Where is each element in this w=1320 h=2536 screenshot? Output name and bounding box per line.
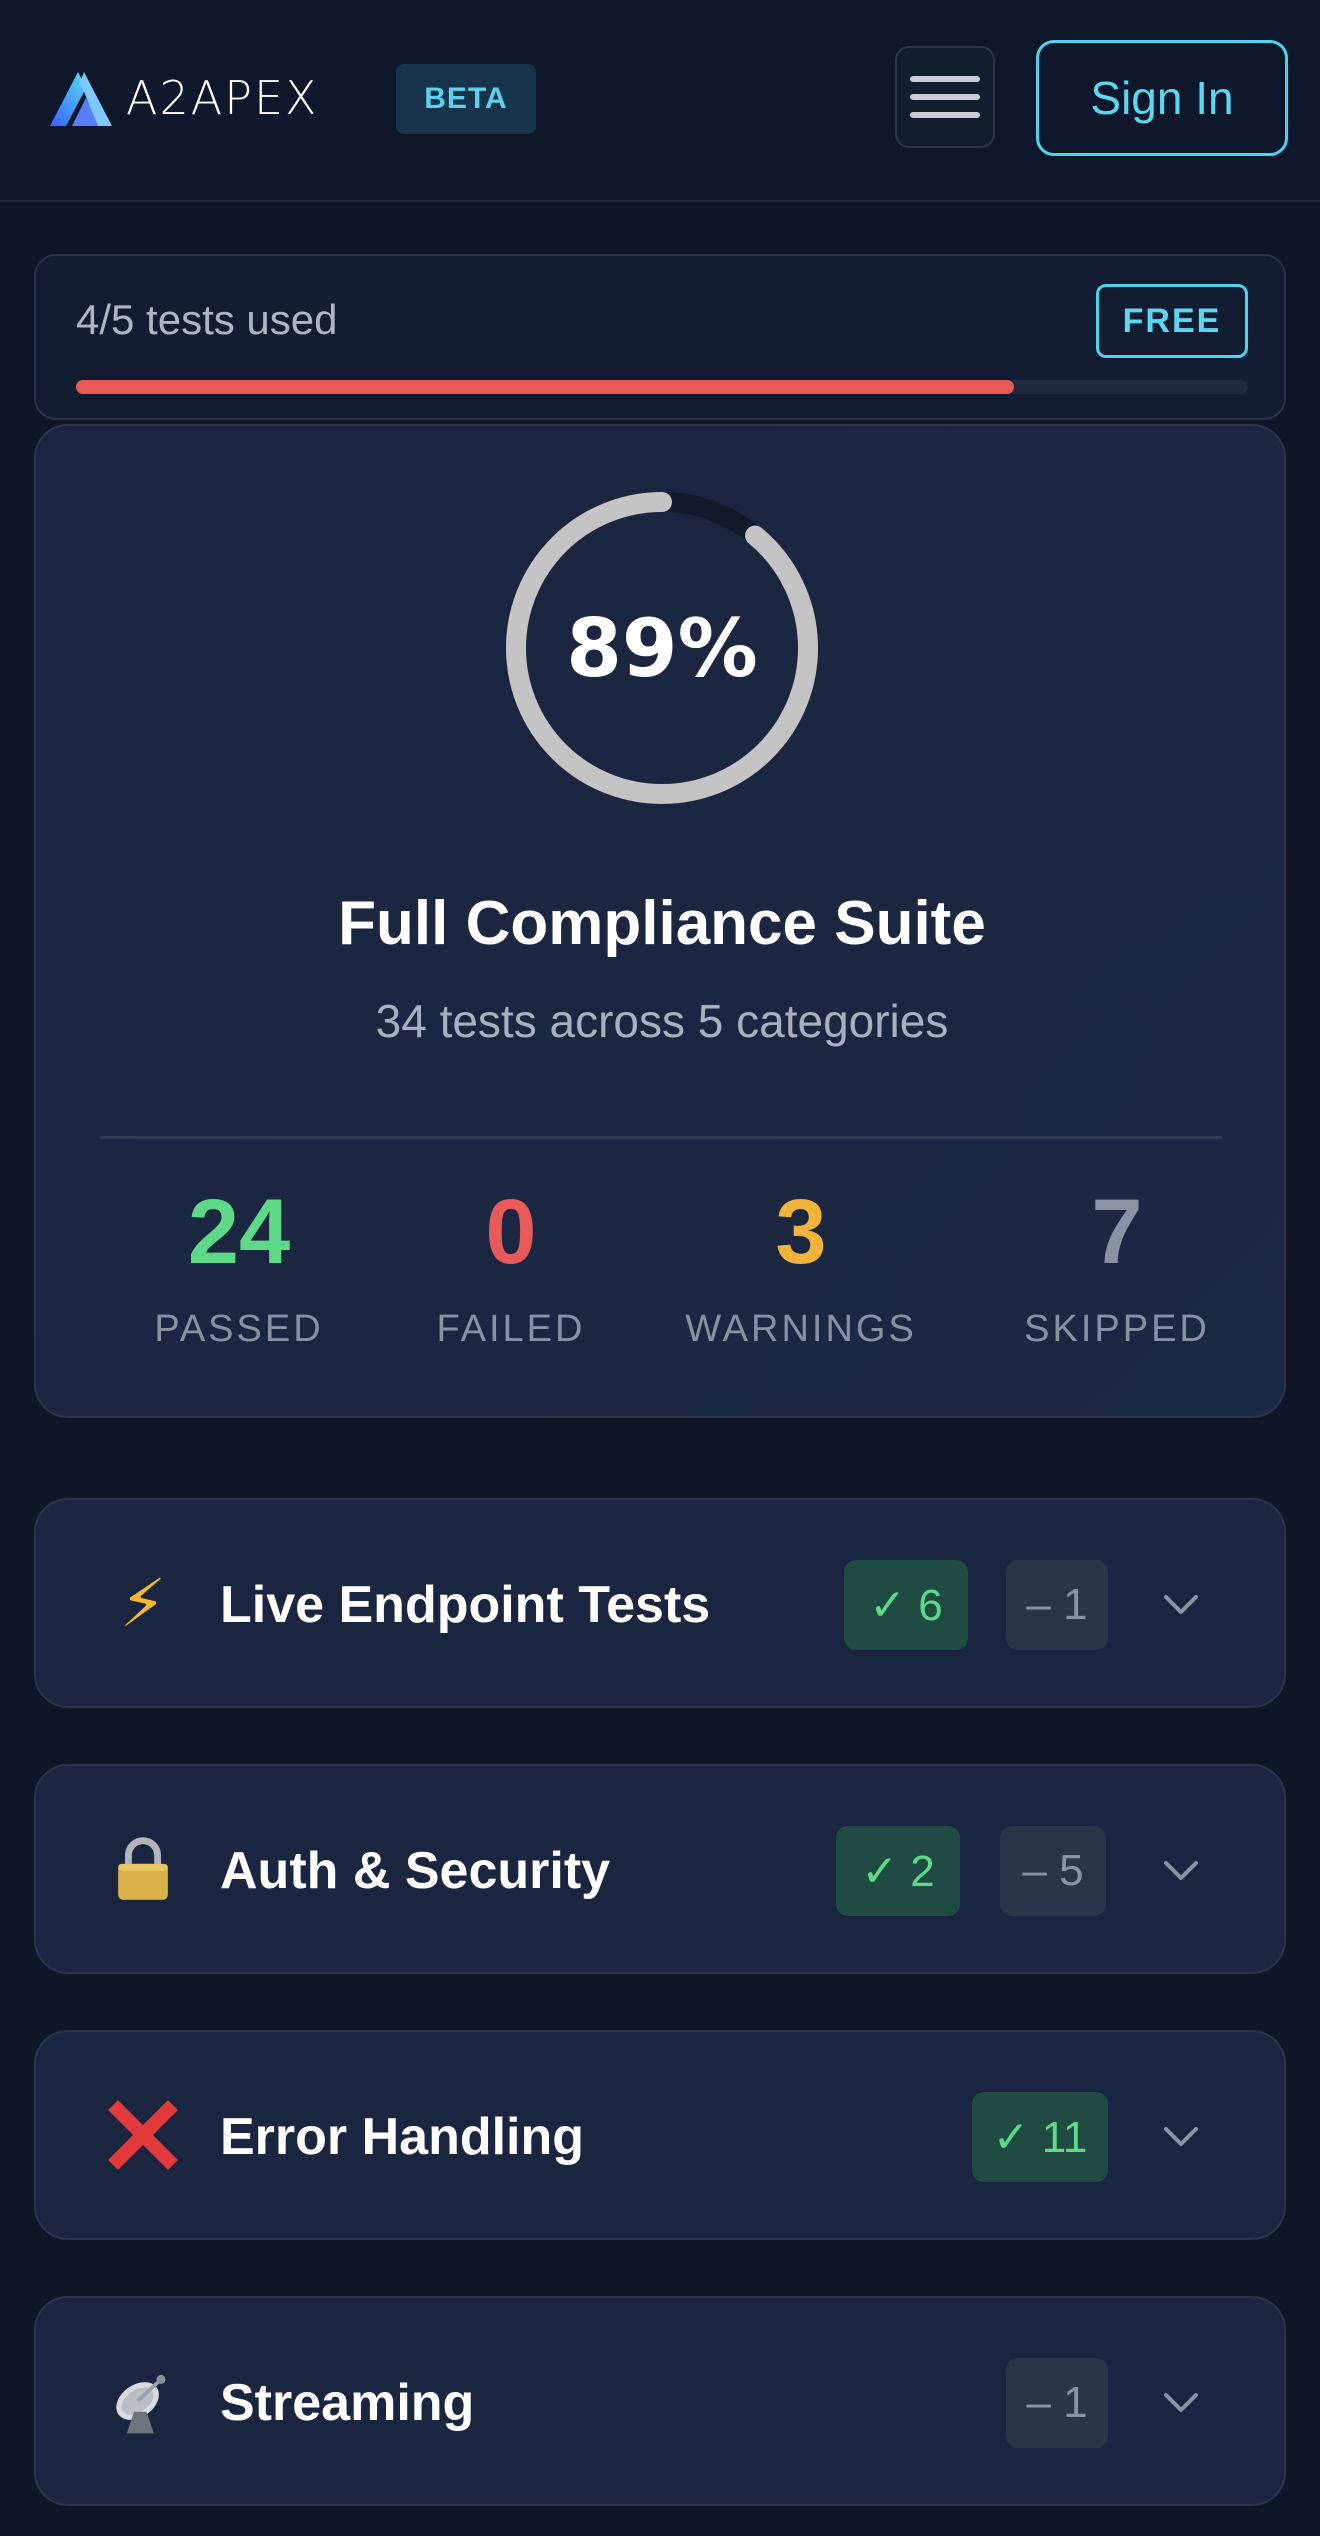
- chevron-down-icon[interactable]: [1156, 2378, 1206, 2428]
- stat-passed: 24 PASSED: [104, 1186, 374, 1351]
- category-name: Error Handling: [220, 2108, 585, 2166]
- divider: [100, 1136, 1222, 1139]
- category-live-endpoint-tests[interactable]: ⚡ Live Endpoint Tests ✓ 6 – 1: [34, 1498, 1286, 1708]
- cross-icon: [100, 2092, 186, 2178]
- satellite-dish-icon: [100, 2358, 186, 2444]
- lock-icon: [100, 1826, 186, 1912]
- brand-logo[interactable]: A2APEX: [48, 66, 319, 130]
- usage-text: 4/5 tests used: [76, 296, 338, 343]
- skipped-count-badge: – 5: [1000, 1826, 1106, 1916]
- stat-failed: 0 FAILED: [396, 1186, 626, 1351]
- suite-subtitle: 34 tests across 5 categories: [375, 995, 949, 1047]
- category-auth-security[interactable]: Auth & Security ✓ 2 – 5: [34, 1764, 1286, 1974]
- category-name: Live Endpoint Tests: [220, 1576, 711, 1634]
- sign-in-button[interactable]: Sign In: [1036, 40, 1288, 156]
- stat-warnings-value: 3: [775, 1181, 827, 1283]
- passed-count-badge: ✓ 6: [844, 1560, 968, 1650]
- chevron-down-icon[interactable]: [1156, 1846, 1206, 1896]
- stat-warnings: 3 WARNINGS: [656, 1186, 946, 1351]
- stat-passed-label: PASSED: [154, 1308, 324, 1350]
- chevron-down-icon[interactable]: [1156, 1580, 1206, 1630]
- passed-count-badge: ✓ 11: [972, 2092, 1108, 2182]
- chevron-down-icon[interactable]: [1156, 2112, 1206, 2162]
- stat-failed-value: 0: [485, 1181, 537, 1283]
- score-card: 89% Full Compliance Suite 34 tests acros…: [34, 424, 1286, 1418]
- category-error-handling[interactable]: Error Handling ✓ 11: [34, 2030, 1286, 2240]
- menu-button[interactable]: [895, 46, 995, 148]
- logo-mountain-icon: [50, 72, 112, 126]
- category-name: Auth & Security: [220, 1842, 611, 1900]
- stat-failed-label: FAILED: [436, 1308, 586, 1350]
- passed-count-badge: ✓ 2: [836, 1826, 960, 1916]
- category-streaming[interactable]: Streaming – 1: [34, 2296, 1286, 2506]
- usage-progress-bar: [76, 380, 1248, 394]
- brand-name: A2APEX: [126, 71, 319, 125]
- stat-warnings-label: WARNINGS: [685, 1308, 917, 1350]
- suite-title: Full Compliance Suite: [338, 889, 986, 958]
- plan-badge: FREE: [1096, 284, 1248, 358]
- skipped-count-badge: – 1: [1006, 1560, 1108, 1650]
- stat-skipped-label: SKIPPED: [1024, 1308, 1210, 1350]
- stat-passed-value: 24: [187, 1181, 291, 1283]
- usage-progress-fill: [76, 380, 1014, 394]
- top-nav: A2APEX BETA Sign In: [0, 0, 1320, 202]
- lightning-icon: ⚡: [119, 1565, 167, 1640]
- stat-skipped: 7 SKIPPED: [982, 1186, 1252, 1351]
- score-percent: 89%: [566, 601, 758, 695]
- hamburger-icon: [910, 76, 980, 82]
- stat-skipped-value: 7: [1091, 1181, 1143, 1283]
- usage-card: 4/5 tests used FREE: [34, 254, 1286, 420]
- category-name: Streaming: [220, 2374, 475, 2432]
- skipped-count-badge: – 1: [1006, 2358, 1108, 2448]
- beta-badge: BETA: [396, 64, 536, 134]
